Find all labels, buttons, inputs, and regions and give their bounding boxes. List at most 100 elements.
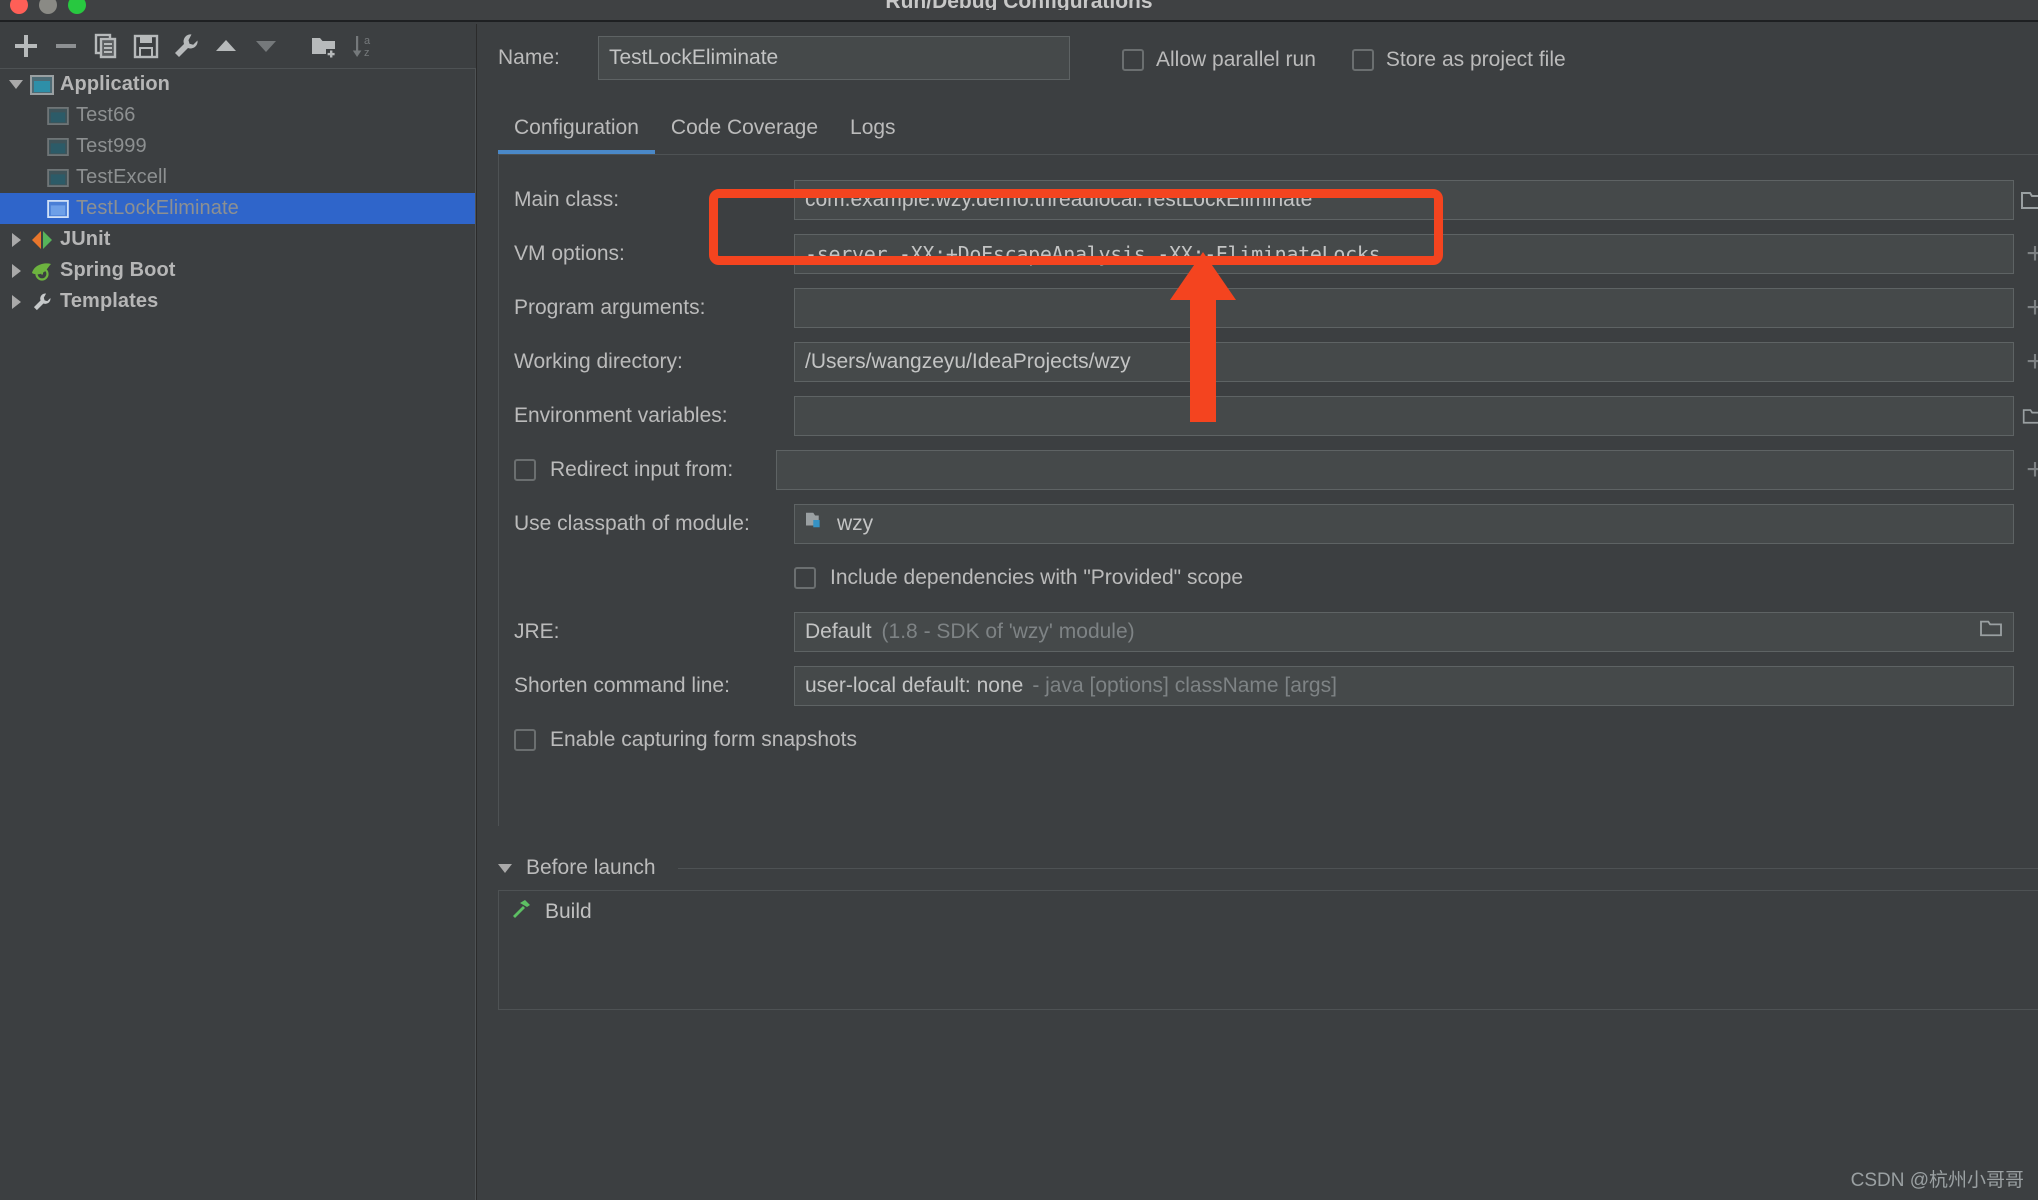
redirect-input-control: +: [776, 450, 2038, 490]
wrench-icon: [175, 34, 198, 57]
tree-item-label: TestExcell: [76, 166, 168, 188]
enable-capturing-row: Enable capturing form snapshots: [514, 713, 2038, 767]
jre-control: Default (1.8 - SDK of 'wzy' module): [794, 612, 2014, 652]
redirect-input-label: Redirect input from:: [550, 458, 734, 481]
redirect-input-expand-button[interactable]: +: [2014, 450, 2038, 490]
add-configuration-button[interactable]: [6, 26, 46, 66]
sort-configurations-button[interactable]: a z: [344, 26, 384, 66]
tree-item-test999[interactable]: Test999: [0, 131, 475, 162]
store-as-project-file-label: Store as project file: [1385, 48, 1566, 71]
before-launch-title: Before launch: [526, 856, 656, 879]
environment-variables-input[interactable]: [794, 396, 2014, 436]
application-icon: [44, 167, 72, 189]
application-icon: [44, 136, 72, 158]
expand-toggle[interactable]: [4, 232, 28, 247]
tree-item-application[interactable]: Application: [0, 69, 475, 100]
tree-item-test66[interactable]: Test66: [0, 100, 475, 131]
use-classpath-combobox[interactable]: wzy: [794, 504, 2014, 544]
svg-text:z: z: [364, 47, 370, 59]
wrench-icon: [28, 291, 56, 313]
expand-toggle[interactable]: [4, 263, 28, 278]
jre-hint: (1.8 - SDK of 'wzy' module): [881, 620, 1135, 643]
working-directory-row: Working directory: /Users/wangzeyu/IdeaP…: [514, 335, 2038, 389]
expand-toggle[interactable]: [4, 294, 28, 309]
checkbox-box: [1122, 49, 1144, 71]
tree-item-testexcell[interactable]: TestExcell: [0, 162, 475, 193]
enable-capturing-label: Enable capturing form snapshots: [550, 728, 858, 751]
name-input[interactable]: TestLockEliminate: [598, 36, 1070, 80]
tree-item-label: TestLockEliminate: [76, 197, 239, 219]
tree-item-spring-boot[interactable]: Spring Boot: [0, 255, 475, 286]
enable-capturing-checkbox[interactable]: Enable capturing form snapshots: [514, 728, 857, 752]
redirect-input-field[interactable]: [776, 450, 2014, 490]
allow-parallel-run-checkbox[interactable]: Allow parallel run: [1122, 48, 1316, 72]
editor-tabs[interactable]: Configuration Code Coverage Logs: [498, 106, 912, 154]
tab-configuration[interactable]: Configuration: [498, 116, 655, 154]
move-down-button[interactable]: [246, 26, 286, 66]
before-launch-list[interactable]: Build: [498, 890, 2038, 1010]
main-class-row: Main class: com.example.wzy.demo.threadl…: [514, 173, 2038, 227]
module-name-value: wzy: [837, 512, 874, 535]
save-configuration-button[interactable]: [126, 26, 166, 66]
program-arguments-expand-button[interactable]: +: [2014, 288, 2038, 328]
working-directory-input[interactable]: /Users/wangzeyu/IdeaProjects/wzy: [794, 342, 2014, 382]
shorten-command-line-label: Shorten command line:: [514, 674, 730, 697]
before-launch-item-build[interactable]: Build: [499, 891, 2038, 933]
junit-icon: [28, 229, 56, 251]
configurations-tree[interactable]: Application Test66 Test999 TestExcell Te…: [0, 68, 476, 1200]
tab-code-coverage[interactable]: Code Coverage: [655, 116, 834, 154]
program-arguments-input[interactable]: [794, 288, 2014, 328]
shorten-command-line-row: Shorten command line: user-local default…: [514, 659, 2038, 713]
jre-label: JRE:: [514, 620, 560, 643]
main-class-input[interactable]: com.example.wzy.demo.threadlocal.TestLoc…: [794, 180, 2014, 220]
vm-options-input[interactable]: -server -XX:+DoEscapeAnalysis -XX:-Elimi…: [794, 234, 2014, 274]
tree-item-templates[interactable]: Templates: [0, 286, 475, 317]
vm-options-expand-button[interactable]: +: [2014, 234, 2038, 274]
configurations-panel: a z Application Test66 Test999 TestExcel…: [0, 24, 477, 1200]
tree-item-label: Test66: [76, 104, 136, 126]
allow-parallel-run-label: Allow parallel run: [1156, 48, 1316, 71]
include-dependencies-checkbox[interactable]: Include dependencies with "Provided" sco…: [794, 566, 1243, 590]
working-directory-label: Working directory:: [514, 350, 683, 373]
edit-templates-button[interactable]: [166, 26, 206, 66]
tab-logs[interactable]: Logs: [834, 116, 912, 154]
sort-alpha-icon: a z: [352, 35, 371, 59]
create-folder-button[interactable]: [304, 26, 344, 66]
checkbox-box: [514, 459, 536, 481]
environment-variables-control: [794, 396, 2038, 436]
environment-variables-browse-button[interactable]: [2014, 406, 2038, 426]
redirect-input-checkbox[interactable]: Redirect input from:: [514, 458, 794, 482]
program-arguments-control: +: [794, 288, 2038, 328]
expand-toggle[interactable]: [4, 80, 28, 89]
configuration-panel: Main class: com.example.wzy.demo.threadl…: [498, 154, 2038, 826]
chevron-right-icon: [11, 232, 21, 247]
shorten-command-line-combobox[interactable]: user-local default: none - java [options…: [794, 666, 2014, 706]
program-arguments-row: Program arguments: +: [514, 281, 2038, 335]
application-icon: [44, 198, 72, 220]
remove-configuration-button[interactable]: [46, 26, 86, 66]
main-class-browse-button[interactable]: [2014, 189, 2038, 211]
before-launch-header[interactable]: Before launch: [498, 846, 2038, 890]
folder-icon: [1980, 620, 2002, 637]
checkbox-box: [1351, 49, 1374, 71]
main-class-control: com.example.wzy.demo.threadlocal.TestLoc…: [794, 180, 2038, 220]
shorten-command-line-hint: - java [options] className [args]: [1032, 674, 1337, 697]
copy-icon: [94, 33, 117, 59]
use-classpath-row: Use classpath of module: wzy: [514, 497, 2038, 551]
jre-browse-button[interactable]: [1979, 613, 2003, 651]
tree-item-testlockeliminate[interactable]: TestLockEliminate: [0, 193, 475, 224]
checkbox-box: [794, 567, 816, 589]
include-dependencies-row: Include dependencies with "Provided" sco…: [514, 551, 2038, 605]
chevron-right-icon: [11, 263, 21, 278]
store-as-project-file-checkbox[interactable]: Store as project file: [1351, 48, 1566, 72]
move-up-button[interactable]: [206, 26, 246, 66]
before-launch-item-label: Build: [545, 900, 592, 923]
shorten-command-line-value: user-local default: none: [805, 674, 1024, 697]
jre-combobox[interactable]: Default (1.8 - SDK of 'wzy' module): [794, 612, 2014, 652]
copy-configuration-button[interactable]: [86, 26, 126, 66]
working-directory-expand-button[interactable]: +: [2014, 342, 2038, 382]
tree-item-junit[interactable]: JUnit: [0, 224, 475, 255]
new-folder-icon: [312, 38, 336, 59]
jre-value: Default: [805, 620, 872, 643]
chevron-right-icon: [11, 294, 21, 309]
